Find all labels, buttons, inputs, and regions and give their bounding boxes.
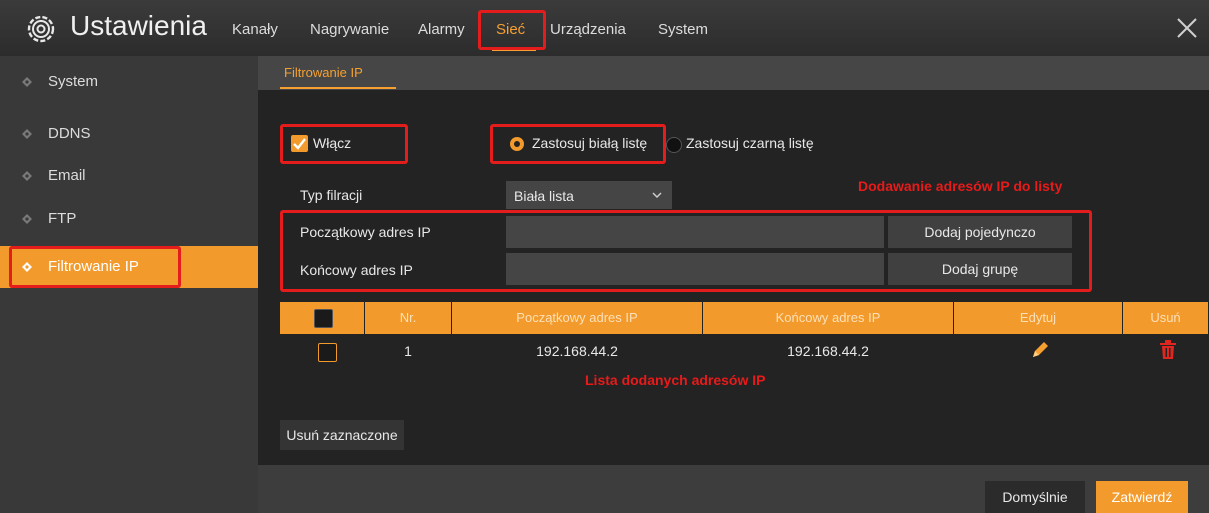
settings-panel: Włącz Zastosuj białą listę Zastosuj czar… <box>258 90 1209 465</box>
subtab-underline <box>280 87 396 89</box>
trash-icon[interactable] <box>1159 340 1177 360</box>
highlight-box-sidebar <box>9 246 181 288</box>
pencil-icon[interactable] <box>1030 340 1050 360</box>
diamond-icon <box>22 171 32 181</box>
highlight-box-tab <box>478 10 546 50</box>
tab-alarmy[interactable]: Alarmy <box>418 21 465 38</box>
end-ip-input[interactable] <box>506 253 884 285</box>
subtab-bar: Filtrowanie IP <box>258 56 1209 90</box>
start-ip-input[interactable] <box>506 216 884 248</box>
header-select-all <box>280 302 365 334</box>
tab-kanaly[interactable]: Kanały <box>232 21 278 38</box>
select-all-checkbox[interactable] <box>314 309 333 328</box>
tab-system[interactable]: System <box>658 21 708 38</box>
page-title: Ustawienia <box>70 10 207 41</box>
diamond-icon <box>22 77 32 87</box>
annotation-add-ips: Dodawanie adresów IP do listy <box>858 178 1063 194</box>
subtab-filtrowanie-ip[interactable]: Filtrowanie IP <box>284 65 363 80</box>
end-ip-label: Końcowy adres IP <box>300 262 413 278</box>
sidebar-item-ddns[interactable]: DDNS <box>0 114 258 154</box>
radio-black-list[interactable] <box>666 137 682 153</box>
header-end-ip: Końcowy adres IP <box>703 302 954 334</box>
highlight-box-radio <box>490 124 666 164</box>
top-bar: Ustawienia Kanały Nagrywanie Alarmy Sieć… <box>0 0 1209 56</box>
sidebar-item-label: DDNS <box>48 125 91 142</box>
delete-selected-button[interactable]: Usuń zaznaczone <box>280 420 404 450</box>
close-icon[interactable] <box>1175 16 1199 40</box>
radio-black-list-label: Zastosuj czarną listę <box>686 135 814 151</box>
row-start-ip: 192.168.44.2 <box>536 343 618 359</box>
gear-icon <box>27 15 55 43</box>
sidebar-item-system[interactable]: System <box>0 62 258 102</box>
highlight-box-enable <box>280 124 408 164</box>
tab-urzadzenia[interactable]: Urządzenia <box>550 21 626 38</box>
filter-type-select[interactable]: Biała lista <box>506 181 672 209</box>
sidebar-item-label: System <box>48 73 99 90</box>
annotation-list-ips: Lista dodanych adresów IP <box>585 372 766 388</box>
sidebar-item-ftp[interactable]: FTP <box>0 199 258 239</box>
footer-bar: Domyślnie Zatwierdź <box>258 465 1209 513</box>
filter-type-label: Typ filracji <box>300 187 363 203</box>
ip-table-header: Nr. Początkowy adres IP Końcowy adres IP… <box>280 302 1208 334</box>
row-end-ip: 192.168.44.2 <box>787 343 869 359</box>
chevron-down-icon <box>652 192 662 198</box>
diamond-icon <box>22 129 32 139</box>
start-ip-label: Początkowy adres IP <box>300 224 431 240</box>
default-button[interactable]: Domyślnie <box>985 481 1085 513</box>
filter-type-value: Biała lista <box>514 188 574 204</box>
add-group-button[interactable]: Dodaj grupę <box>888 253 1072 285</box>
sidebar: System DDNS Email FTP Filtrowanie IP <box>0 56 258 513</box>
sidebar-item-label: FTP <box>48 210 77 227</box>
row-checkbox[interactable] <box>318 343 337 362</box>
tab-nagrywanie[interactable]: Nagrywanie <box>310 21 389 38</box>
main-content: Filtrowanie IP Włącz Zastosuj białą list… <box>258 56 1209 513</box>
row-nr: 1 <box>404 343 412 359</box>
sidebar-item-email[interactable]: Email <box>0 156 258 196</box>
add-single-button[interactable]: Dodaj pojedynczo <box>888 216 1072 248</box>
confirm-button[interactable]: Zatwierdź <box>1096 481 1188 513</box>
header-delete: Usuń <box>1150 310 1181 325</box>
diamond-icon <box>22 214 32 224</box>
header-nr: Nr. <box>365 302 452 334</box>
header-start-ip: Początkowy adres IP <box>452 302 703 334</box>
header-edit: Edytuj <box>954 302 1123 334</box>
sidebar-item-label: Email <box>48 167 86 184</box>
